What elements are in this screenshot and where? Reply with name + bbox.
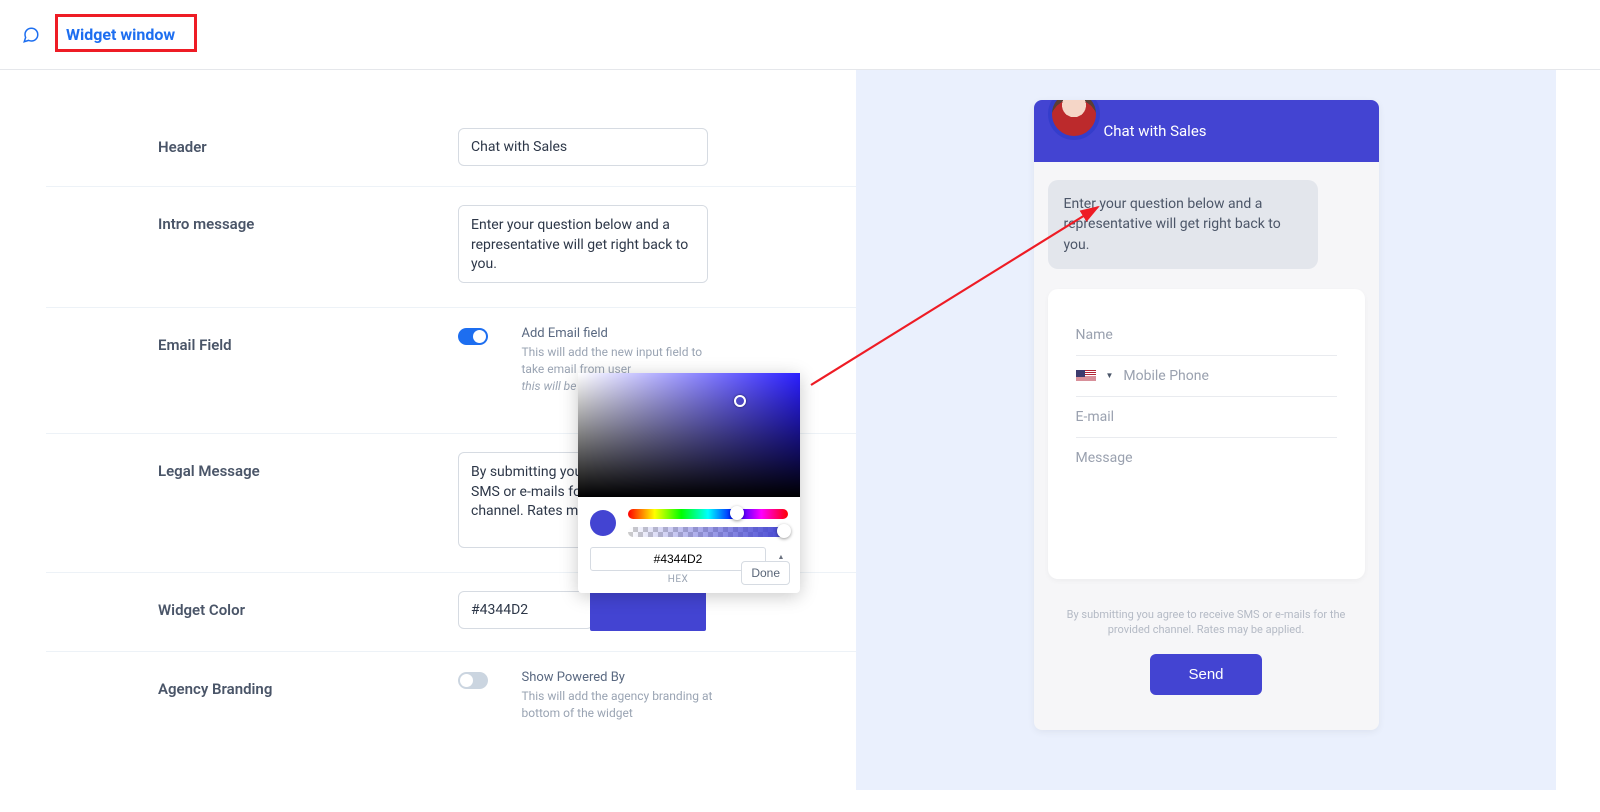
chat-icon	[22, 26, 40, 44]
phone-field[interactable]: ▼ Mobile Phone	[1076, 356, 1337, 397]
hex-label: HEX	[590, 574, 766, 585]
preview-pane: Chat with Sales Enter your question belo…	[856, 70, 1556, 790]
agency-toggle-title: Show Powered By	[521, 670, 721, 685]
send-button[interactable]: Send	[1150, 654, 1261, 695]
widget-legal-text: By submitting you agree to receive SMS o…	[1034, 579, 1379, 638]
message-field[interactable]: Message	[1076, 438, 1337, 478]
sv-plane[interactable]	[578, 373, 800, 497]
intro-textarea[interactable]: Enter your question below and a represen…	[458, 205, 708, 283]
color-preview-dot	[590, 510, 616, 536]
chat-widget: Chat with Sales Enter your question belo…	[1034, 100, 1379, 730]
hue-knob[interactable]	[730, 506, 744, 520]
sv-cursor[interactable]	[734, 395, 746, 407]
agency-toggle-desc: This will add the agency branding at bot…	[521, 688, 721, 722]
widget-color-swatch[interactable]	[590, 591, 706, 631]
email-toggle[interactable]	[458, 328, 488, 345]
hex-input[interactable]	[590, 547, 766, 571]
widget-color-input[interactable]	[458, 591, 593, 629]
agency-toggle[interactable]	[458, 672, 488, 689]
flag-us-icon[interactable]	[1076, 370, 1096, 382]
label-email-field: Email Field	[158, 326, 458, 354]
done-button[interactable]: Done	[741, 561, 790, 585]
annotation-highlight	[55, 14, 197, 52]
email-field-preview[interactable]: E-mail	[1076, 397, 1337, 438]
chevron-down-icon[interactable]: ▼	[1106, 371, 1114, 380]
form-card: Name ▼ Mobile Phone E-mail Message	[1048, 289, 1365, 579]
label-agency: Agency Branding	[158, 670, 458, 698]
color-picker[interactable]: HEX ▲ ▼ Done	[578, 373, 800, 593]
email-toggle-title: Add Email field	[521, 326, 721, 341]
header-input[interactable]	[458, 128, 708, 166]
hue-slider[interactable]	[628, 509, 788, 519]
label-widget-color: Widget Color	[158, 591, 458, 619]
avatar	[1048, 100, 1100, 140]
intro-bubble: Enter your question below and a represen…	[1048, 180, 1318, 269]
phone-placeholder: Mobile Phone	[1123, 368, 1208, 384]
alpha-knob[interactable]	[777, 524, 791, 538]
label-legal: Legal Message	[158, 452, 458, 480]
widget-header: Chat with Sales	[1034, 100, 1379, 162]
label-header: Header	[158, 128, 458, 156]
widget-header-title: Chat with Sales	[1104, 122, 1207, 140]
name-field[interactable]: Name	[1076, 315, 1337, 356]
label-intro: Intro message	[158, 205, 458, 233]
alpha-slider[interactable]	[628, 527, 788, 537]
